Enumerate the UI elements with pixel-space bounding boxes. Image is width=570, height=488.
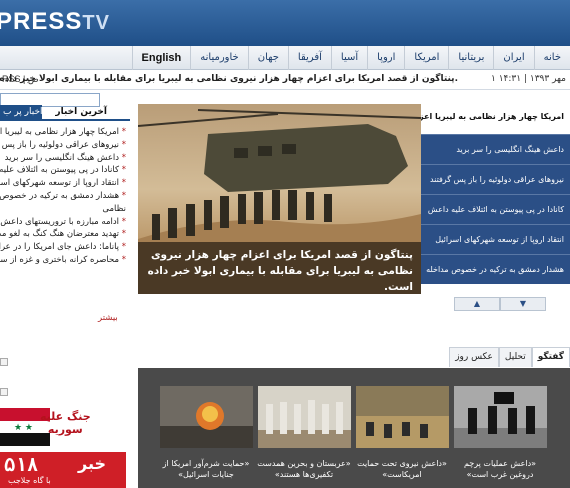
site-header: PRESSTV [0, 0, 570, 46]
list-item[interactable]: * ادامه مبارزه با تروریستهای داعش در [0, 216, 126, 229]
gallery-caption[interactable]: «داعش نیروی تحت حمایت امریکاست» [354, 458, 450, 480]
latest-news-list: * امریکا چهار هزار نظامی به لیبریا اعزام… [0, 126, 126, 267]
page: PRESSTV خانه ایران بریتانیا امریکا اروپا… [0, 0, 570, 488]
list-item[interactable]: * پاناما: داعش جای امریکا را در عراق گرف… [0, 241, 126, 254]
banner-line1: جنگ علیه [40, 410, 91, 423]
headline-item[interactable]: کانادا در پی پیوستن به ائتلاف علیه داعش [421, 194, 570, 224]
hero-caption[interactable]: پنتاگون از قصد امریکا برای اعزام چهار هز… [138, 242, 421, 294]
list-item[interactable]: * کانادا در پی پیوستن به ائتلاف علیه داع… [0, 164, 126, 177]
scroll-down-button[interactable]: ▼ [500, 297, 546, 311]
headline-item[interactable]: داعش هینگ انگلیسی را سر برید [421, 134, 570, 164]
ticker-headline[interactable]: پنتاگون از قصد امریکا برای اعزام چهار هز… [0, 74, 458, 84]
news-ticker: RSS | ص پنتاگون از قصد امریکا برای اعزام… [0, 70, 570, 90]
list-item[interactable]: نظامی [0, 203, 126, 216]
headline-pager: ▲ ▼ [454, 297, 546, 311]
list-item[interactable]: * تهدید معترضان هنگ کنگ به لغو مذاکره [0, 228, 126, 241]
banner-line2: سوریه [47, 423, 83, 436]
headline-item[interactable]: انتقاد اروپا از توسعه شهرکهای اسرائیل [421, 224, 570, 254]
nav-item-middle-east[interactable]: خاورمیانه [190, 46, 247, 70]
broken-image-icon [0, 388, 8, 396]
tab-interview[interactable]: گفتگو [531, 347, 570, 367]
gallery-caption[interactable]: «عربستان و بحرین همدست تکفیری‌ها هستند» [256, 458, 352, 480]
nav-item-america[interactable]: امریکا [404, 46, 448, 70]
headline-item[interactable]: نیروهای عراقی دولوئیه را باز پس گرفتند [421, 164, 570, 194]
more-link[interactable]: بیشتر [98, 313, 118, 323]
date-time: ۱ مهر ۱۳۹۳ | ۱۴:۳۱ [491, 74, 566, 84]
thumb-daesh-us[interactable] [356, 386, 449, 448]
nav-item-iran[interactable]: ایران [493, 46, 533, 70]
list-item[interactable]: * محاصره کرانه باختری و غزه از سوی اسرائ… [0, 254, 126, 267]
nav-item-home[interactable]: خانه [533, 46, 570, 70]
thumb-israel-strike[interactable] [160, 386, 253, 448]
banner-subtitle: با گاه جلاجب [8, 476, 51, 485]
headline-list: امریکا چهار هزار نظامی به لیبریا اعزام م… [421, 104, 570, 284]
list-item[interactable]: * انتقاد اروپا از توسعه شهرکهای اسرائیل [0, 177, 126, 190]
news-code-banner[interactable]: ۵۱۸ خبر با گاه جلاجب [0, 452, 126, 488]
logo-tv: TV [82, 12, 110, 34]
gallery-caption[interactable]: «حمایت شرم‌آور امریکا از جنایات اسرائیل» [158, 458, 254, 480]
war-on-syria-banner[interactable]: ★ ★ جنگ علیه سوریه [0, 408, 126, 446]
media-gallery: «حمایت شرم‌آور امریکا از جنایات اسرائیل»… [138, 368, 570, 488]
scroll-up-button[interactable]: ▲ [454, 297, 500, 311]
nav-item-english[interactable]: English [131, 46, 191, 70]
broken-image-icon [0, 358, 8, 366]
main-nav: خانه ایران بریتانیا امریکا اروپا آسیا آف… [0, 46, 570, 107]
thumb-daesh-flag[interactable] [454, 386, 547, 448]
logo-main: PRESS [0, 8, 83, 35]
tab-analysis[interactable]: تحلیل [498, 347, 532, 367]
nav-items: خانه ایران بریتانیا امریکا اروپا آسیا آف… [131, 46, 570, 70]
list-item[interactable]: * امریکا چهار هزار نظامی به لیبریا اعزام [0, 126, 126, 139]
tab-latest[interactable]: آخرین اخبار [52, 105, 110, 119]
list-item[interactable]: * هشدار دمشق به ترکیه در خصوص مداخله [0, 190, 126, 203]
list-item[interactable]: * نیروهای عراقی دولوئیه را باز پس گرفتند [0, 139, 126, 152]
headline-top[interactable]: امریکا چهار هزار نظامی به لیبریا اعزام م… [421, 104, 570, 134]
tab-popular[interactable]: اخبار پر ب [0, 105, 42, 119]
tab-photo-of-day[interactable]: عکس روز [449, 347, 499, 367]
presstv-logo[interactable]: PRESSTV [0, 8, 110, 36]
nav-item-africa[interactable]: آفریقا [287, 46, 331, 70]
hero-image[interactable]: پنتاگون از قصد امریکا برای اعزام چهار هز… [138, 104, 421, 294]
banner-news: خبر [78, 454, 107, 473]
nav-item-world[interactable]: جهان [247, 46, 288, 70]
svg-text:★ ★: ★ ★ [14, 423, 33, 433]
gallery-caption[interactable]: «داعش عملیات پرچم دروغین غرب است» [452, 458, 548, 480]
thumb-bahrain[interactable] [258, 386, 351, 448]
media-tabs: گفتگو تحلیل عکس روز [449, 347, 570, 367]
headline-item[interactable]: هشدار دمشق به ترکیه در خصوص مداخله [421, 254, 570, 284]
nav-item-asia[interactable]: آسیا [330, 46, 367, 70]
nav-item-britain[interactable]: بریتانیا [448, 46, 493, 70]
news-tabs: اخبار پر ب آخرین اخبار [0, 103, 130, 121]
list-item[interactable]: * داعش هینگ انگلیسی را سر برید [0, 152, 126, 165]
banner-code: ۵۱۸ [4, 454, 39, 476]
nav-item-europe[interactable]: اروپا [367, 46, 404, 70]
